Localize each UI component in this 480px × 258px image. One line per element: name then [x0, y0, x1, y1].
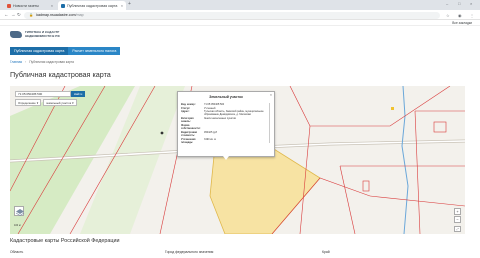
browser-tab-news[interactable]: Новости газеты × — [4, 1, 56, 10]
main-nav: Публичная кадастровая карта Расчет земел… — [10, 47, 121, 55]
column-header-oblast: Область — [10, 250, 24, 254]
russia-map-icon — [10, 31, 22, 38]
popup-row-key: Уточненная площадь: — [181, 137, 196, 144]
profile-icon[interactable]: ◉ — [458, 13, 462, 18]
filter-type-label: земельный участок — [46, 100, 72, 105]
search-button[interactable]: Найти — [71, 91, 85, 97]
popup-pointer — [223, 156, 229, 160]
parcel-info-popup: Земельный участок × Кад. номер: 71:05:050… — [177, 91, 275, 160]
popup-row-key: Форма собственности: — [181, 123, 201, 131]
all-bookmarks-button[interactable]: Все закладки — [452, 21, 472, 25]
popup-row-value: 450425 руб — [204, 130, 218, 134]
chevron-down-icon: ▾ — [72, 100, 74, 105]
nav-land-tax[interactable]: Расчет земельного налога — [68, 47, 121, 55]
browser-tabbar: Новости газеты × Публичная кадастровая к… — [0, 0, 480, 10]
tab-favicon — [7, 3, 11, 8]
popup-row: Категория земель: Земли населенных пункто… — [181, 117, 267, 123]
popup-row-value: Земли населенных пунктов — [204, 117, 236, 121]
popup-scrollbar[interactable] — [268, 103, 270, 143]
forward-icon[interactable]: → — [11, 12, 16, 17]
zoom-in-button[interactable]: + — [454, 208, 461, 215]
popup-title: Земельный участок — [209, 95, 243, 99]
popup-row-value: Учтенный — [204, 106, 216, 110]
column-header-federal-city: Город федерального значения — [165, 250, 214, 254]
popup-row: Кад. номер: 71:05:050405:500 — [181, 103, 267, 106]
layers-icon — [15, 209, 25, 216]
star-icon[interactable]: ☆ — [446, 13, 450, 18]
tab-favicon — [61, 3, 65, 8]
popup-row: Статус: Учтенный — [181, 107, 267, 110]
page-title: Публичная кадастровая карта — [10, 70, 111, 79]
logo-text: ГИПОТЕКА И КАДАСТР НЕДВИЖИМОСТИ В РФ — [25, 30, 60, 38]
menu-icon[interactable]: ⋮ — [470, 13, 474, 18]
close-window-icon[interactable]: × — [470, 1, 472, 6]
breadcrumb-separator: › — [25, 60, 27, 64]
popup-row: Уточненная площадь: 3190 кв. м — [181, 138, 267, 144]
popup-row-value: 3190 кв. м — [204, 137, 216, 141]
back-icon[interactable]: ← — [4, 12, 9, 17]
close-tab-icon[interactable]: × — [49, 4, 53, 8]
popup-row-key: Кад. номер: — [181, 103, 196, 106]
site-logo[interactable]: ГИПОТЕКА И КАДАСТР НЕДВИЖИМОСТИ В РФ — [10, 30, 79, 38]
url-field[interactable]: 🔒 kadmap.nsuadastre.com/map — [24, 11, 440, 19]
zoom-out-button[interactable]: − — [454, 216, 461, 223]
popup-row: Адрес: Тульская область, Заокский район, … — [181, 110, 267, 116]
section-title: Кадастровые карты Российской Федерации — [10, 238, 120, 244]
popup-row-value: Тульская область, Заокский район, муници… — [204, 110, 264, 117]
site-header: ГИПОТЕКА И КАДАСТР НЕДВИЖИМОСТИ В РФ — [0, 27, 480, 47]
bookmarks-bar: Все закладки — [0, 20, 480, 26]
map-search: 71:05:050405:500 Найти — [15, 91, 85, 97]
popup-row-key: Кадастровая стоимость: — [181, 130, 197, 137]
breadcrumb: Главная › Публичная кадастровая карта — [10, 60, 74, 64]
minimize-icon[interactable]: – — [446, 1, 448, 6]
popup-row-key: Статус: — [181, 106, 191, 110]
popup-row-key: Адрес: — [181, 110, 190, 114]
breadcrumb-current: Публичная кадастровая карта — [29, 60, 74, 64]
nav-public-map[interactable]: Публичная кадастровая карта — [10, 47, 69, 55]
url-path: /map — [75, 13, 84, 17]
column-header-krai: Край — [322, 250, 330, 254]
close-tab-icon[interactable]: × — [119, 4, 123, 8]
filter-mode-label: Определение — [18, 100, 36, 105]
breadcrumb-home[interactable]: Главная — [10, 60, 22, 64]
url-host: kadmap.nsuadastre.com — [36, 13, 76, 17]
tab-title: Публичная кадастровая карта — [67, 3, 118, 8]
browser-tab-active[interactable]: Публичная кадастровая карта × — [58, 1, 126, 10]
maximize-icon[interactable]: □ — [458, 1, 460, 6]
map-filters: Определение ▾ земельный участок ▾ — [15, 99, 77, 106]
filter-mode-select[interactable]: Определение ▾ — [15, 99, 42, 106]
cadastral-map[interactable]: 71:05:050405:500 Найти Определение ▾ земе… — [10, 86, 465, 234]
popup-row-value — [204, 124, 267, 130]
address-bar-row: ← → ↻ 🔒 kadmap.nsuadastre.com/map ☆ ◉ ⋮ — [0, 10, 480, 20]
fullscreen-icon[interactable]: ⤢ — [454, 226, 461, 232]
new-tab-icon[interactable]: + — [128, 1, 131, 7]
popup-row: Кадастровая стоимость: 450425 руб — [181, 131, 267, 137]
cadastral-search-input[interactable]: 71:05:050405:500 — [15, 91, 71, 97]
popup-row-key: Категория земель: — [181, 117, 194, 124]
chevron-down-icon: ▾ — [36, 100, 39, 105]
reload-icon[interactable]: ↻ — [17, 12, 21, 18]
lock-icon: 🔒 — [29, 13, 34, 17]
close-icon[interactable]: × — [270, 93, 272, 97]
popup-row-value: 71:05:050405:500 — [204, 103, 225, 106]
filter-type-select[interactable]: земельный участок ▾ — [43, 99, 77, 106]
tab-title: Новости газеты — [13, 3, 39, 8]
popup-rows: Кад. номер: 71:05:050405:500 Статус: Учтен… — [181, 103, 267, 144]
layers-button[interactable] — [14, 206, 25, 216]
popup-row: Форма собственности: — [181, 124, 267, 130]
map-scale: 100 м — [14, 224, 21, 227]
